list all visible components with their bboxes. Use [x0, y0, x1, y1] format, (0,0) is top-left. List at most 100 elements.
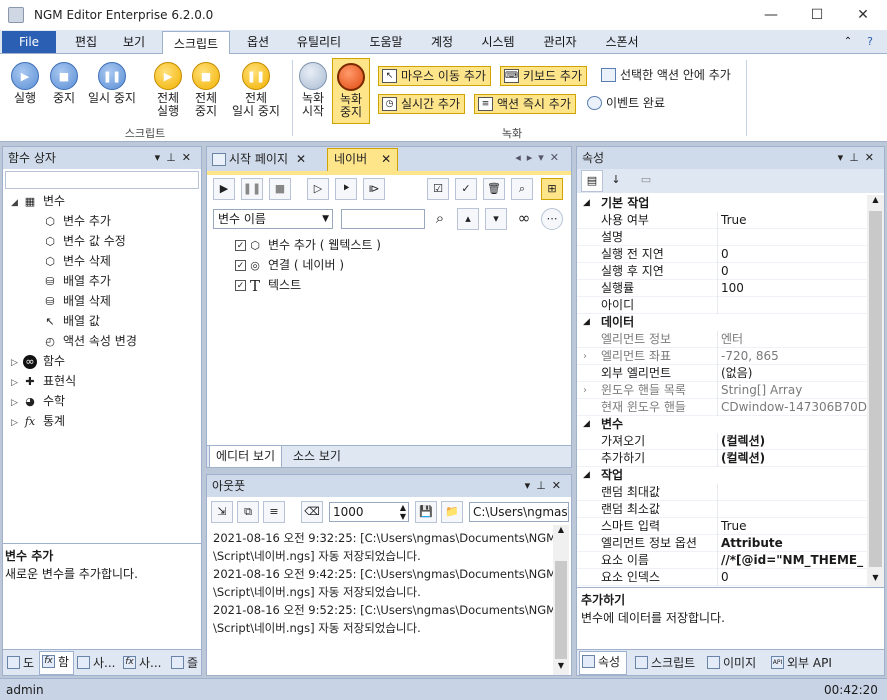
property-value[interactable]: (컬렉션)	[717, 433, 867, 450]
scroll-up-icon[interactable]: ▲	[553, 525, 569, 539]
property-row[interactable]: 현재 윈도우 핸들 CDwindow-147306B70DB49	[577, 399, 867, 416]
property-row[interactable]: 실행률 100	[577, 280, 867, 297]
expand-icon[interactable]: ◢	[11, 193, 23, 213]
next-icon[interactable]: ▾	[485, 208, 507, 230]
property-value[interactable]: -720, 865	[717, 348, 867, 365]
wrap-icon[interactable]: ≡	[263, 501, 285, 523]
tree-item[interactable]: ▷ fx 통계	[11, 411, 65, 431]
property-row[interactable]: 랜덤 최소값	[577, 501, 867, 518]
expand-icon[interactable]: ›	[583, 382, 587, 399]
property-row[interactable]: 외부 엘리먼트 (없음)	[577, 365, 867, 382]
function-search-input[interactable]	[5, 171, 199, 189]
property-value[interactable]: True	[717, 212, 867, 229]
property-row[interactable]: › 윈도우 핸들 목록 String[] Array	[577, 382, 867, 399]
panel-controls[interactable]: ▾⊥✕	[838, 147, 880, 169]
property-value[interactable]: (컬렉션)	[717, 450, 867, 467]
menu-file[interactable]: File	[2, 31, 56, 53]
menu-help[interactable]: 도움말	[358, 30, 414, 54]
tab-script[interactable]: 스크립트	[633, 653, 695, 673]
property-value[interactable]: //*[@id="NM_THEME_	[717, 552, 867, 569]
run-button[interactable]: ▶ 실행	[8, 62, 42, 105]
pause-icon[interactable]: ❚❚	[241, 178, 263, 200]
property-row[interactable]: 추가하기 (컬렉션)	[577, 450, 867, 467]
property-pages-icon[interactable]: ▭	[635, 170, 657, 192]
close-tab-icon[interactable]: ✕	[296, 152, 306, 166]
property-value[interactable]: 0	[717, 263, 867, 280]
close-button[interactable]: ✕	[840, 0, 886, 30]
copy-icon[interactable]: ⧉	[237, 501, 259, 523]
tab-start-page[interactable]: 시작 페이지 ✕	[209, 149, 312, 171]
property-value[interactable]: 0	[717, 246, 867, 263]
property-row[interactable]: 실행 전 지연 0	[577, 246, 867, 263]
clear-filter-icon[interactable]: ⇲	[211, 501, 233, 523]
property-value[interactable]: 100	[717, 280, 867, 297]
check-icon[interactable]: ✓	[455, 178, 477, 200]
expand-icon[interactable]: ▷	[11, 353, 23, 373]
tab-editor-view[interactable]: 에디터 보기	[209, 446, 283, 468]
tree-item[interactable]: ⬡ 변수 값 수정	[43, 231, 126, 251]
menu-utility[interactable]: 유틸리티	[286, 30, 352, 54]
stop-button[interactable]: ■ 중지	[46, 62, 82, 105]
tab-naver[interactable]: 네이버 ✕	[327, 148, 399, 171]
property-value[interactable]	[717, 501, 867, 518]
collapse-icon[interactable]: ◢	[583, 416, 590, 433]
categorized-icon[interactable]: ▤	[581, 170, 603, 192]
add-action-immediately-button[interactable]: ≡ 액션 즉시 추가	[474, 94, 576, 114]
previous-icon[interactable]: ▴	[457, 208, 479, 230]
menu-admin[interactable]: 관리자	[532, 30, 588, 54]
tree-item[interactable]: ◢ ▦ 변수	[11, 191, 65, 211]
step-icon[interactable]: ▷	[307, 178, 329, 200]
sort-alpha-icon[interactable]: ↓	[605, 170, 627, 192]
step-into-icon[interactable]: ⯈	[335, 178, 357, 200]
search-icon[interactable]: ⌕	[511, 178, 533, 200]
menu-view[interactable]: 보기	[112, 30, 156, 54]
checkbox-icon[interactable]: ✓	[235, 260, 246, 271]
property-value[interactable]	[717, 484, 867, 501]
tab-nav-controls[interactable]: ◂▸▾✕	[515, 151, 565, 164]
tab-user[interactable]: 사...	[75, 653, 115, 673]
property-row[interactable]: 아이디	[577, 297, 867, 314]
search-field-select[interactable]: 변수 이름 ▼	[213, 209, 333, 229]
infinity-icon[interactable]: ∞	[513, 208, 535, 230]
add-realtime-button[interactable]: ◷ 실시간 추가	[378, 94, 466, 114]
add-keyboard-button[interactable]: ⌨ 키보드 추가	[500, 66, 588, 86]
panel-controls[interactable]: ▾⊥✕	[525, 475, 567, 497]
property-row[interactable]: 설명	[577, 229, 867, 246]
property-row[interactable]: 랜덤 최대값	[577, 484, 867, 501]
property-category[interactable]: ◢ 데이터	[577, 314, 867, 331]
add-mouse-move-button[interactable]: ↖ 마우스 이동 추가	[378, 66, 491, 86]
tab-user-function[interactable]: fx 사...	[121, 653, 161, 673]
minimize-button[interactable]: —	[748, 0, 794, 30]
tab-external-api[interactable]: API 외부 API	[769, 653, 832, 673]
property-category[interactable]: ◢ 기본 작업	[577, 195, 867, 212]
tree-item[interactable]: ▷ ✚ 표현식	[11, 371, 76, 391]
scroll-up-icon[interactable]: ▲	[867, 195, 884, 209]
output-scrollbar[interactable]: ▲ ▼	[553, 525, 569, 675]
expand-icon[interactable]: ▷	[11, 373, 23, 393]
collapse-icon[interactable]: ◢	[583, 314, 590, 331]
property-row[interactable]: 요소 이름 //*[@id="NM_THEME_	[577, 552, 867, 569]
collapse-icon[interactable]: ◢	[583, 467, 590, 484]
tab-image[interactable]: 이미지	[705, 653, 756, 673]
menu-script[interactable]: 스크립트	[162, 31, 230, 55]
tree-item[interactable]: ↖ 배열 값	[43, 311, 100, 331]
property-row[interactable]: 스마트 입력 True	[577, 518, 867, 535]
tree-item[interactable]: ▷ ∞ 함수	[11, 351, 65, 371]
property-category[interactable]: ◢ 변수	[577, 416, 867, 433]
property-row[interactable]: 요소 인덱스 0	[577, 569, 867, 586]
property-value[interactable]: 0	[717, 569, 867, 586]
property-value[interactable]: (없음)	[717, 365, 867, 382]
checkbox-icon[interactable]: ✓	[235, 280, 246, 291]
tab-function[interactable]: fx 함	[39, 651, 75, 675]
maximize-button[interactable]: ☐	[794, 0, 840, 30]
tab-source-view[interactable]: 소스 보기	[287, 446, 347, 468]
menu-sponsor[interactable]: 스폰서	[594, 30, 650, 54]
record-stop-button[interactable]: 녹화 중지	[332, 58, 370, 124]
tab-favorites[interactable]: 즐	[169, 653, 198, 673]
delete-icon[interactable]: 🗑	[483, 178, 505, 200]
record-start-button[interactable]: 녹화 시작	[296, 62, 330, 118]
tab-tool[interactable]: 도	[5, 653, 34, 673]
run-all-button[interactable]: ▶ 전체 실행	[150, 62, 186, 118]
menu-edit[interactable]: 편집	[64, 30, 108, 54]
property-row[interactable]: 엘리먼트 정보 엔터	[577, 331, 867, 348]
